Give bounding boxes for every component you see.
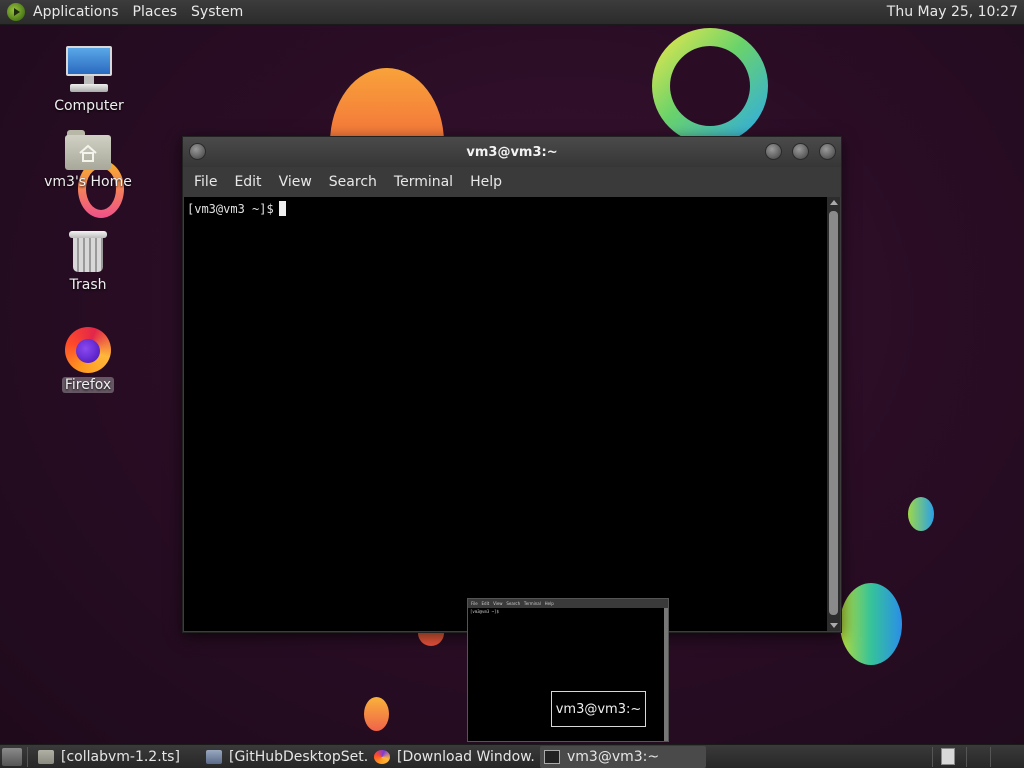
trash-icon	[69, 229, 107, 273]
taskbar-task-firefox-download[interactable]: [Download Window...	[374, 746, 536, 768]
menu-search[interactable]: Search	[329, 174, 377, 190]
installer-icon	[206, 750, 222, 764]
folder-icon	[38, 750, 54, 764]
desktop-icon-label: Trash	[69, 277, 107, 293]
scroll-down-arrow-icon[interactable]	[830, 623, 838, 628]
distro-logo-icon[interactable]	[7, 3, 25, 21]
top-panel: Applications Places System Thu May 25, 1…	[0, 0, 1024, 25]
task-label: [Download Window...	[397, 749, 536, 765]
desktop-icon-firefox[interactable]: Firefox	[33, 327, 143, 393]
menu-edit[interactable]: Edit	[234, 174, 261, 190]
wallpaper-orange-small-blob	[364, 697, 389, 731]
desktop-icon-label: Computer	[54, 98, 124, 114]
menu-file[interactable]: File	[194, 174, 217, 190]
wallpaper-small-blob	[908, 497, 934, 531]
desktop-icon-computer[interactable]: Computer	[34, 46, 144, 114]
scrollbar-thumb[interactable]	[829, 211, 838, 615]
preview-tooltip: vm3@vm3:~	[551, 691, 646, 727]
desktop-icon-trash[interactable]: Trash	[33, 229, 143, 293]
taskbar-task-collabvm[interactable]: [collabvm-1.2.ts]	[38, 746, 198, 768]
menu-help[interactable]: Help	[470, 174, 502, 190]
wallpaper-large-blob	[840, 583, 902, 665]
preview-scrollbar	[664, 608, 668, 741]
task-label: vm3@vm3:~	[567, 749, 660, 765]
desktop-icon-label: vm3's Home	[44, 174, 132, 190]
preview-menubar: File Edit View Search Terminal Help	[468, 599, 668, 608]
task-label: [collabvm-1.2.ts]	[61, 749, 180, 765]
computer-icon	[64, 46, 114, 94]
menu-system[interactable]: System	[191, 4, 243, 20]
desktop: Applications Places System Thu May 25, 1…	[0, 0, 1024, 768]
window-menu-button[interactable]	[189, 143, 206, 160]
text-cursor	[278, 201, 286, 216]
firefox-icon	[65, 327, 111, 373]
menu-places[interactable]: Places	[133, 4, 178, 20]
show-desktop-icon[interactable]	[2, 748, 22, 766]
preview-prompt: [vm3@vm3 ~]$	[470, 609, 499, 614]
desktop-icon-label: Firefox	[61, 377, 115, 393]
firefox-icon	[374, 750, 390, 764]
terminal-menubar: File Edit View Search Terminal Help	[183, 167, 841, 197]
terminal-window[interactable]: vm3@vm3:~ File Edit View Search Terminal…	[182, 136, 842, 633]
terminal-prompt: [vm3@vm3 ~]$	[187, 202, 274, 216]
wallpaper-ring	[652, 28, 768, 144]
bottom-taskbar: [collabvm-1.2.ts] [GitHubDesktopSet... […	[0, 744, 1024, 768]
home-folder-icon	[65, 130, 111, 170]
window-titlebar[interactable]: vm3@vm3:~	[183, 137, 841, 167]
terminal-icon	[544, 750, 560, 764]
menu-applications[interactable]: Applications	[33, 4, 119, 20]
close-button[interactable]	[819, 143, 836, 160]
minimize-button[interactable]	[765, 143, 782, 160]
desktop-icon-home[interactable]: vm3's Home	[33, 130, 143, 190]
terminal-scrollbar[interactable]	[827, 197, 840, 631]
maximize-button[interactable]	[792, 143, 809, 160]
menu-terminal[interactable]: Terminal	[394, 174, 453, 190]
window-title: vm3@vm3:~	[466, 144, 558, 160]
workspace-switcher[interactable]	[941, 748, 955, 765]
taskbar-task-terminal[interactable]: vm3@vm3:~	[540, 746, 706, 768]
terminal-prompt-line: [vm3@vm3 ~]$	[187, 201, 286, 216]
taskbar-task-github-setup[interactable]: [GitHubDesktopSet...	[206, 746, 368, 768]
terminal-output[interactable]: [vm3@vm3 ~]$	[184, 197, 827, 631]
task-label: [GitHubDesktopSet...	[229, 749, 368, 765]
panel-clock[interactable]: Thu May 25, 10:27	[887, 4, 1018, 20]
menu-view[interactable]: View	[279, 174, 312, 190]
scroll-up-arrow-icon[interactable]	[830, 200, 838, 205]
